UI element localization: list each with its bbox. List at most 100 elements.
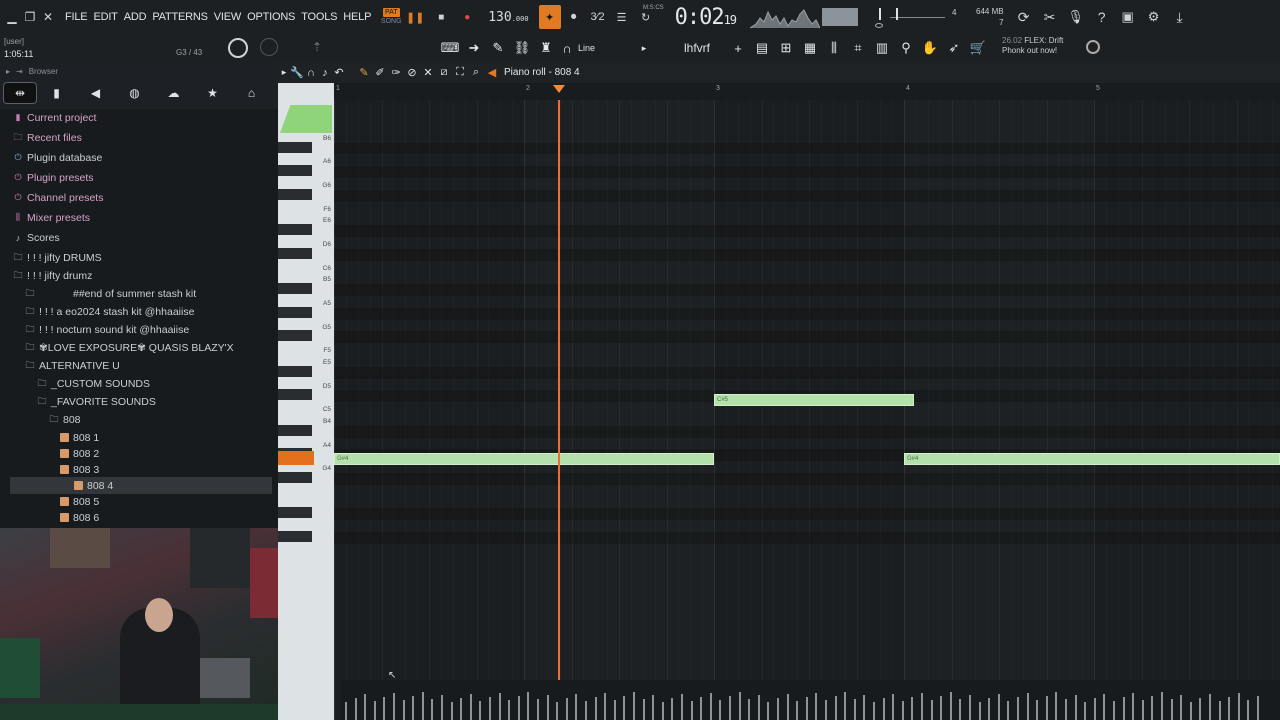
- menu-add[interactable]: ADD: [121, 0, 150, 34]
- browser-item[interactable]: ⏻ Channel presets: [12, 189, 103, 206]
- browser-icon[interactable]: ▥: [872, 38, 892, 58]
- time-ruler[interactable]: 1 2 3 4 5: [334, 83, 1280, 100]
- loop-icon[interactable]: ↶: [332, 63, 346, 83]
- arrow-right-small-icon[interactable]: ▸: [6, 67, 10, 76]
- pat-song-toggle[interactable]: PAT SONG: [380, 6, 402, 28]
- master-pitch-slider[interactable]: [872, 4, 888, 30]
- playlist-icon[interactable]: ▤: [752, 38, 772, 58]
- delete-icon[interactable]: ⊘: [404, 63, 420, 83]
- black-key[interactable]: [278, 507, 312, 519]
- browser-item[interactable]: 🗀 ✾LOVE EXPOSURE✾ QUASIS BLAZY'X: [24, 339, 233, 356]
- black-key[interactable]: [278, 283, 312, 295]
- midi-note[interactable]: C#5: [714, 394, 914, 407]
- piano-keyboard[interactable]: B6 A6 G6 F6 E6 D6 C6 B5 A5 G5 F5 E5 D5 C5 B4 A4 G4: [278, 83, 334, 720]
- magnet-icon-pr[interactable]: ∩: [304, 63, 318, 83]
- record-button[interactable]: ●: [456, 6, 478, 28]
- midi-note[interactable]: G#4: [904, 453, 1280, 466]
- keyboard-icon[interactable]: ⌨: [440, 38, 460, 58]
- browser-item[interactable]: 808 1: [60, 429, 99, 446]
- black-key[interactable]: [278, 365, 312, 377]
- scissors-icon[interactable]: ✂: [1040, 6, 1060, 28]
- slice-icon[interactable]: ⧄: [436, 63, 452, 83]
- browser-item[interactable]: 808 6: [60, 509, 99, 526]
- tempo-tapper-icon[interactable]: ➶: [944, 38, 964, 58]
- menu-file[interactable]: FILE: [62, 0, 90, 34]
- browser-item[interactable]: 🗀 ! ! ! jifty drumz: [12, 267, 92, 284]
- paint-icon[interactable]: ✑: [388, 63, 404, 83]
- tempo-display[interactable]: 130.000: [488, 10, 528, 25]
- star-tab-icon[interactable]: ★: [193, 82, 232, 104]
- pencil-icon-pr[interactable]: ✎: [356, 63, 372, 83]
- countdown-icon[interactable]: 3⁄2: [587, 6, 609, 28]
- browser-item[interactable]: ⫼ Mixer presets: [12, 209, 90, 226]
- brush-icon[interactable]: ✐: [372, 63, 388, 83]
- browser-item[interactable]: 808 2: [60, 445, 99, 462]
- pattern-selector[interactable]: lhfvrf: [684, 41, 724, 55]
- wrench-icon[interactable]: 🔧: [290, 63, 304, 83]
- browser-item[interactable]: 808 5: [60, 493, 99, 510]
- restore-icon[interactable]: ❐: [22, 9, 38, 25]
- wait-for-input-icon[interactable]: ⏺: [563, 6, 585, 28]
- menu-options[interactable]: OPTIONS: [244, 0, 298, 34]
- file-tab-icon[interactable]: ▮: [37, 82, 76, 104]
- minimize-icon[interactable]: ▁: [4, 9, 20, 25]
- playhead-marker[interactable]: [553, 85, 566, 93]
- black-key[interactable]: [278, 224, 312, 236]
- menu-tools[interactable]: TOOLS: [298, 0, 340, 34]
- tag-tab-icon[interactable]: ⌂: [232, 82, 271, 104]
- browser-item[interactable]: 🗀 ##end of summer stash kit: [24, 285, 196, 302]
- link-icon[interactable]: ⛓: [512, 38, 532, 58]
- stop-button[interactable]: ■: [430, 6, 452, 28]
- master-volume-slider[interactable]: [888, 4, 948, 30]
- browser-item[interactable]: ⏻ Plugin database: [12, 149, 102, 166]
- touch-icon[interactable]: ✋: [920, 38, 940, 58]
- news-icon[interactable]: [1086, 40, 1100, 54]
- cart-icon[interactable]: 🛒: [968, 38, 988, 58]
- help-icon[interactable]: ?: [1092, 6, 1112, 28]
- arrow-right-small-icon-2[interactable]: ⇥: [16, 67, 23, 76]
- close-icon[interactable]: ✕: [40, 9, 56, 25]
- black-key[interactable]: [278, 330, 312, 342]
- menu-patterns[interactable]: PATTERNS: [149, 0, 210, 34]
- black-key[interactable]: [278, 188, 312, 200]
- step-edit-icon[interactable]: ☰: [611, 6, 633, 28]
- arrow-up-icon[interactable]: ⇡: [312, 40, 322, 54]
- playhead[interactable]: [558, 100, 561, 720]
- browser-item[interactable]: 808 3: [60, 461, 99, 478]
- pause-button[interactable]: ❚❚: [404, 6, 426, 28]
- midi-note[interactable]: G#4: [334, 453, 714, 466]
- browser-item[interactable]: 🗀 ! ! ! nocturn sound kit @hhaaiise: [24, 321, 189, 338]
- zoom-icon[interactable]: ⌕: [468, 63, 484, 83]
- cloud-tab-icon[interactable]: ☁: [154, 82, 193, 104]
- save-icon[interactable]: ▣: [1118, 6, 1138, 28]
- browser-item[interactable]: 🗀 _CUSTOM SOUNDS: [36, 375, 150, 392]
- browser-item[interactable]: ▮ Current project: [12, 109, 97, 126]
- arrow-right-icon-pr[interactable]: ▸: [278, 63, 290, 83]
- browser-item[interactable]: 🗀 ! ! ! jifty DRUMS: [12, 249, 101, 266]
- note-grid[interactable]: G#4 C#5 G#4: [334, 100, 1280, 720]
- black-key[interactable]: [278, 531, 312, 542]
- plugin-icon[interactable]: ⚙: [1144, 6, 1164, 28]
- browser-item[interactable]: 🗀 ALTERNATIVE U: [24, 357, 119, 374]
- black-key[interactable]: [278, 424, 312, 436]
- knob-icon[interactable]: [228, 38, 248, 58]
- menu-edit[interactable]: EDIT: [90, 0, 120, 34]
- black-key[interactable]: [278, 141, 312, 153]
- browser-item[interactable]: 🗀 Recent files: [12, 129, 81, 146]
- mute-icon[interactable]: ✕: [420, 63, 436, 83]
- knob-icon-2[interactable]: [260, 38, 278, 56]
- microphone-icon[interactable]: 🎙: [1066, 6, 1086, 28]
- metronome-icon[interactable]: ✦: [538, 5, 561, 29]
- arrow-small-icon[interactable]: ▸: [638, 38, 650, 58]
- black-key[interactable]: [278, 389, 312, 401]
- select-icon[interactable]: ⛶: [452, 63, 468, 83]
- song-position-clock[interactable]: 0:0219: [675, 5, 737, 30]
- piano-roll-icon[interactable]: ▦: [800, 38, 820, 58]
- plugin-picker-icon[interactable]: ⚲: [896, 38, 916, 58]
- channel-rack-icon[interactable]: ⊞: [776, 38, 796, 58]
- undo-history-icon[interactable]: ⟳: [1014, 6, 1034, 28]
- menu-help[interactable]: HELP: [340, 0, 374, 34]
- browser-item[interactable]: 808 4: [10, 477, 272, 494]
- black-key[interactable]: [278, 472, 312, 483]
- magnet-icon[interactable]: ∩: [560, 38, 574, 58]
